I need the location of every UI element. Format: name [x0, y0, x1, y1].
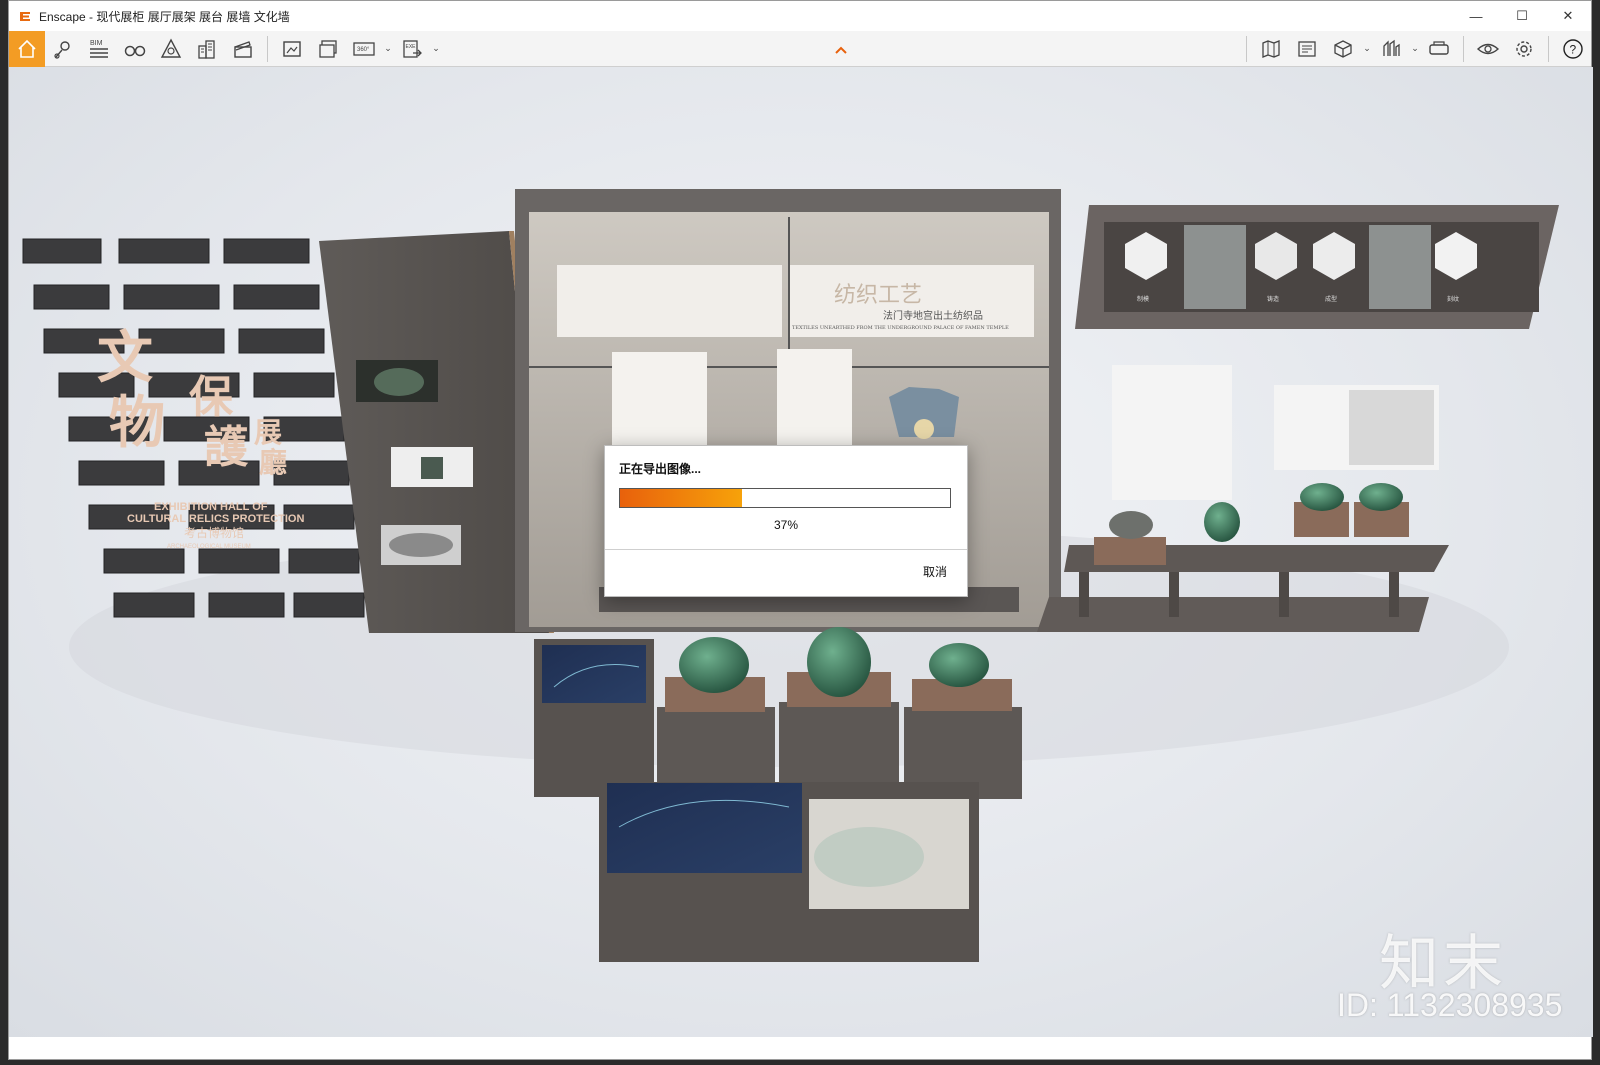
- sign-english-line1: EXHIBITION HALL OF: [154, 501, 268, 513]
- buildings-button[interactable]: [189, 31, 225, 67]
- brick-culture-wall: 文 物 保 護 展 廳 EXHIBITION HALL OF CULTURAL …: [22, 238, 365, 618]
- svg-text:展: 展: [254, 416, 282, 449]
- panorama-dropdown-icon[interactable]: ⌄: [382, 43, 394, 54]
- export-exe-icon: EXE: [403, 39, 422, 58]
- showcase-title: 纺织工艺: [834, 283, 922, 308]
- export-progress-dialog: 正在导出图像... 37% 取消: [604, 445, 968, 597]
- location-button[interactable]: [45, 31, 81, 67]
- screenshot-icon: [283, 40, 301, 57]
- window-controls: — ☐ ✕: [1453, 1, 1591, 31]
- binoculars-icon: [124, 45, 146, 56]
- app-window: Enscape - 现代展柜 展厅展架 展台 展墙 文化墙 — ☐ ✕ BIM: [8, 0, 1593, 1060]
- eye-icon: [1476, 43, 1500, 54]
- video-editor-button[interactable]: [225, 31, 261, 67]
- sign-subtitle-cn: 考古博物馆: [184, 525, 244, 540]
- dialog-divider: [605, 549, 967, 550]
- cube-dropdown-icon[interactable]: ⌄: [1361, 43, 1373, 54]
- toolbar-separator: [1463, 35, 1464, 62]
- watermark-id: ID: 1132308935: [1337, 987, 1563, 1023]
- panorama-button[interactable]: 360°: [346, 31, 382, 67]
- panel-label-4: 刻纹: [1447, 295, 1459, 303]
- right-shelf: [1037, 483, 1449, 632]
- main-toolbar: BIM 360° ⌄ EXE ⌄ ⌄ ⌄ ?: [9, 30, 1591, 67]
- bim-icon: BIM: [90, 40, 108, 58]
- toolbar-center: [442, 42, 1240, 56]
- home-icon: [18, 39, 36, 58]
- map-button[interactable]: [1253, 31, 1289, 67]
- visibility-button[interactable]: [1470, 31, 1506, 67]
- toolbar-separator: [267, 35, 268, 62]
- svg-text:EXE: EXE: [406, 44, 417, 50]
- capture-view-icon: [1298, 40, 1316, 57]
- sync-button[interactable]: [1373, 31, 1409, 67]
- window-title: Enscape - 现代展柜 展厅展架 展台 展墙 文化墙: [39, 9, 290, 24]
- map-icon: [1262, 39, 1280, 58]
- svg-text:文: 文: [97, 325, 153, 391]
- panorama-360-icon: 360°: [353, 41, 375, 56]
- toolbar-separator: [1548, 35, 1549, 62]
- toolbar-separator: [1246, 35, 1247, 62]
- sign-english-line2: CULTURAL RELICS PROTECTION: [127, 513, 304, 525]
- settings-button[interactable]: [1506, 31, 1542, 67]
- svg-text:護: 護: [204, 422, 249, 473]
- svg-text:BIM: BIM: [90, 40, 103, 47]
- panel-label-2: 铸造: [1267, 295, 1279, 303]
- settings-gear-icon: [1516, 40, 1532, 57]
- progress-percent: 37%: [773, 518, 799, 532]
- close-button[interactable]: ✕: [1545, 1, 1591, 31]
- help-icon: ?: [1563, 38, 1583, 59]
- export-exe-button[interactable]: EXE: [394, 31, 430, 67]
- right-wall-panel: 制模 铸造 成型 刻纹: [1075, 205, 1559, 500]
- capture-view-button[interactable]: [1289, 31, 1325, 67]
- minimize-button[interactable]: —: [1453, 1, 1499, 31]
- panel-label-1: 制模: [1137, 295, 1149, 303]
- title-bar: Enscape - 现代展柜 展厅展架 展台 展墙 文化墙 — ☐ ✕: [9, 1, 1591, 31]
- sign-subtitle-en: ARCHAEOLOGICAL MUSEUM: [167, 544, 251, 550]
- render-viewport[interactable]: 文 物 保 護 展 廳 EXHIBITION HALL OF CULTURAL …: [9, 67, 1593, 1037]
- batch-render-icon: [319, 39, 337, 58]
- home-button[interactable]: [9, 30, 45, 67]
- dialog-title: 正在导出图像...: [619, 462, 702, 476]
- cancel-button[interactable]: 取消: [923, 563, 947, 580]
- views-button[interactable]: [117, 31, 153, 67]
- panel-label-3: 成型: [1325, 295, 1337, 303]
- progress-fill: [620, 489, 743, 507]
- showcase-english: TEXTILES UNEARTHED FROM THE UNDERGROUND …: [792, 325, 1009, 331]
- help-button[interactable]: ?: [1555, 31, 1591, 67]
- cube-icon: [1334, 39, 1352, 58]
- svg-text:保: 保: [189, 372, 234, 423]
- maximize-button[interactable]: ☐: [1499, 1, 1545, 31]
- buildings-icon: [198, 39, 215, 59]
- sync-dropdown-icon[interactable]: ⌄: [1409, 43, 1421, 54]
- batch-render-button[interactable]: [310, 31, 346, 67]
- collapse-toolbar-icon[interactable]: [834, 42, 848, 56]
- export-progress-bar: [619, 488, 951, 508]
- svg-text:廳: 廳: [259, 446, 287, 479]
- enscape-logo-icon: [20, 12, 30, 21]
- vr-headset-icon: [1429, 40, 1449, 55]
- svg-text:?: ?: [1570, 42, 1577, 56]
- location-pin-icon: [54, 40, 70, 59]
- sync-icon: [1383, 39, 1400, 56]
- export-dropdown-icon[interactable]: ⌄: [430, 43, 442, 54]
- asset-library-icon: [160, 38, 182, 58]
- asset-library-button[interactable]: [153, 31, 189, 67]
- vr-button[interactable]: [1421, 31, 1457, 67]
- cube-button[interactable]: [1325, 31, 1361, 67]
- showcase-subtitle: 法门寺地宫出土纺织品: [883, 309, 983, 322]
- svg-text:物: 物: [109, 390, 165, 456]
- screenshot-button[interactable]: [274, 31, 310, 67]
- bim-button[interactable]: BIM: [81, 31, 117, 67]
- clapperboard-icon: [234, 40, 252, 58]
- svg-text:360°: 360°: [357, 47, 370, 53]
